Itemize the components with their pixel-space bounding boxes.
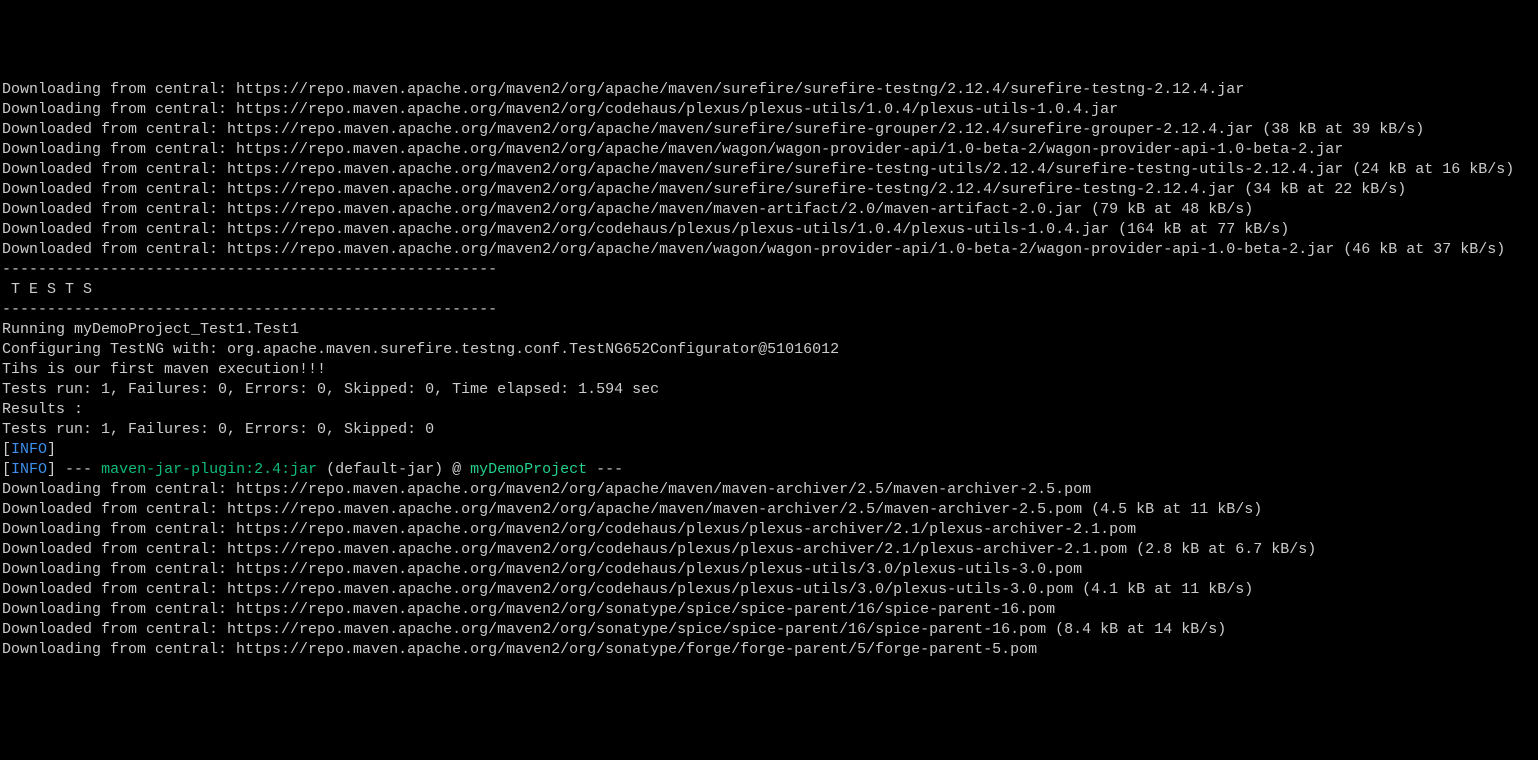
info-line: [INFO] [2, 440, 1536, 460]
terminal-output[interactable]: Downloading from central: https://repo.m… [0, 80, 1538, 660]
log-line: Downloaded from central: https://repo.ma… [2, 180, 1536, 200]
log-line: Downloading from central: https://repo.m… [2, 560, 1536, 580]
log-line: Downloading from central: https://repo.m… [2, 140, 1536, 160]
info-plugin-line: [INFO] --- maven-jar-plugin:2.4:jar (def… [2, 460, 1536, 480]
config-line: Configuring TestNG with: org.apache.mave… [2, 340, 1536, 360]
log-line: Downloading from central: https://repo.m… [2, 100, 1536, 120]
log-line: Downloaded from central: https://repo.ma… [2, 200, 1536, 220]
log-line: Downloading from central: https://repo.m… [2, 80, 1536, 100]
output-line: Tihs is our first maven execution!!! [2, 360, 1536, 380]
project-name: myDemoProject [470, 461, 587, 478]
log-line: Downloading from central: https://repo.m… [2, 520, 1536, 540]
log-line: Downloaded from central: https://repo.ma… [2, 120, 1536, 140]
test-summary-line: Tests run: 1, Failures: 0, Errors: 0, Sk… [2, 380, 1536, 400]
log-line: Downloaded from central: https://repo.ma… [2, 160, 1536, 180]
goal-text: (default-jar) @ [317, 461, 470, 478]
log-line: Downloaded from central: https://repo.ma… [2, 240, 1536, 260]
info-tag: INFO [11, 461, 47, 478]
log-line: Downloaded from central: https://repo.ma… [2, 580, 1536, 600]
log-line: Downloaded from central: https://repo.ma… [2, 220, 1536, 240]
bracket-close: ] [47, 441, 56, 458]
info-tag: INFO [11, 441, 47, 458]
log-line: Downloading from central: https://repo.m… [2, 640, 1536, 660]
log-line: Downloading from central: https://repo.m… [2, 480, 1536, 500]
bracket-open: [ [2, 441, 11, 458]
log-line: Downloading from central: https://repo.m… [2, 600, 1536, 620]
log-line: Downloaded from central: https://repo.ma… [2, 620, 1536, 640]
bracket-close: ] [47, 461, 65, 478]
bracket-open: [ [2, 461, 11, 478]
dash-suffix: --- [587, 461, 623, 478]
test-summary-line: Tests run: 1, Failures: 0, Errors: 0, Sk… [2, 420, 1536, 440]
tests-header: T E S T S [2, 280, 1536, 300]
dash-prefix: --- [65, 461, 101, 478]
separator-line: ----------------------------------------… [2, 260, 1536, 280]
plugin-name: maven-jar-plugin:2.4:jar [101, 461, 317, 478]
separator-line: ----------------------------------------… [2, 300, 1536, 320]
running-line: Running myDemoProject_Test1.Test1 [2, 320, 1536, 340]
log-line: Downloaded from central: https://repo.ma… [2, 500, 1536, 520]
log-line: Downloaded from central: https://repo.ma… [2, 540, 1536, 560]
results-header: Results : [2, 400, 1536, 420]
